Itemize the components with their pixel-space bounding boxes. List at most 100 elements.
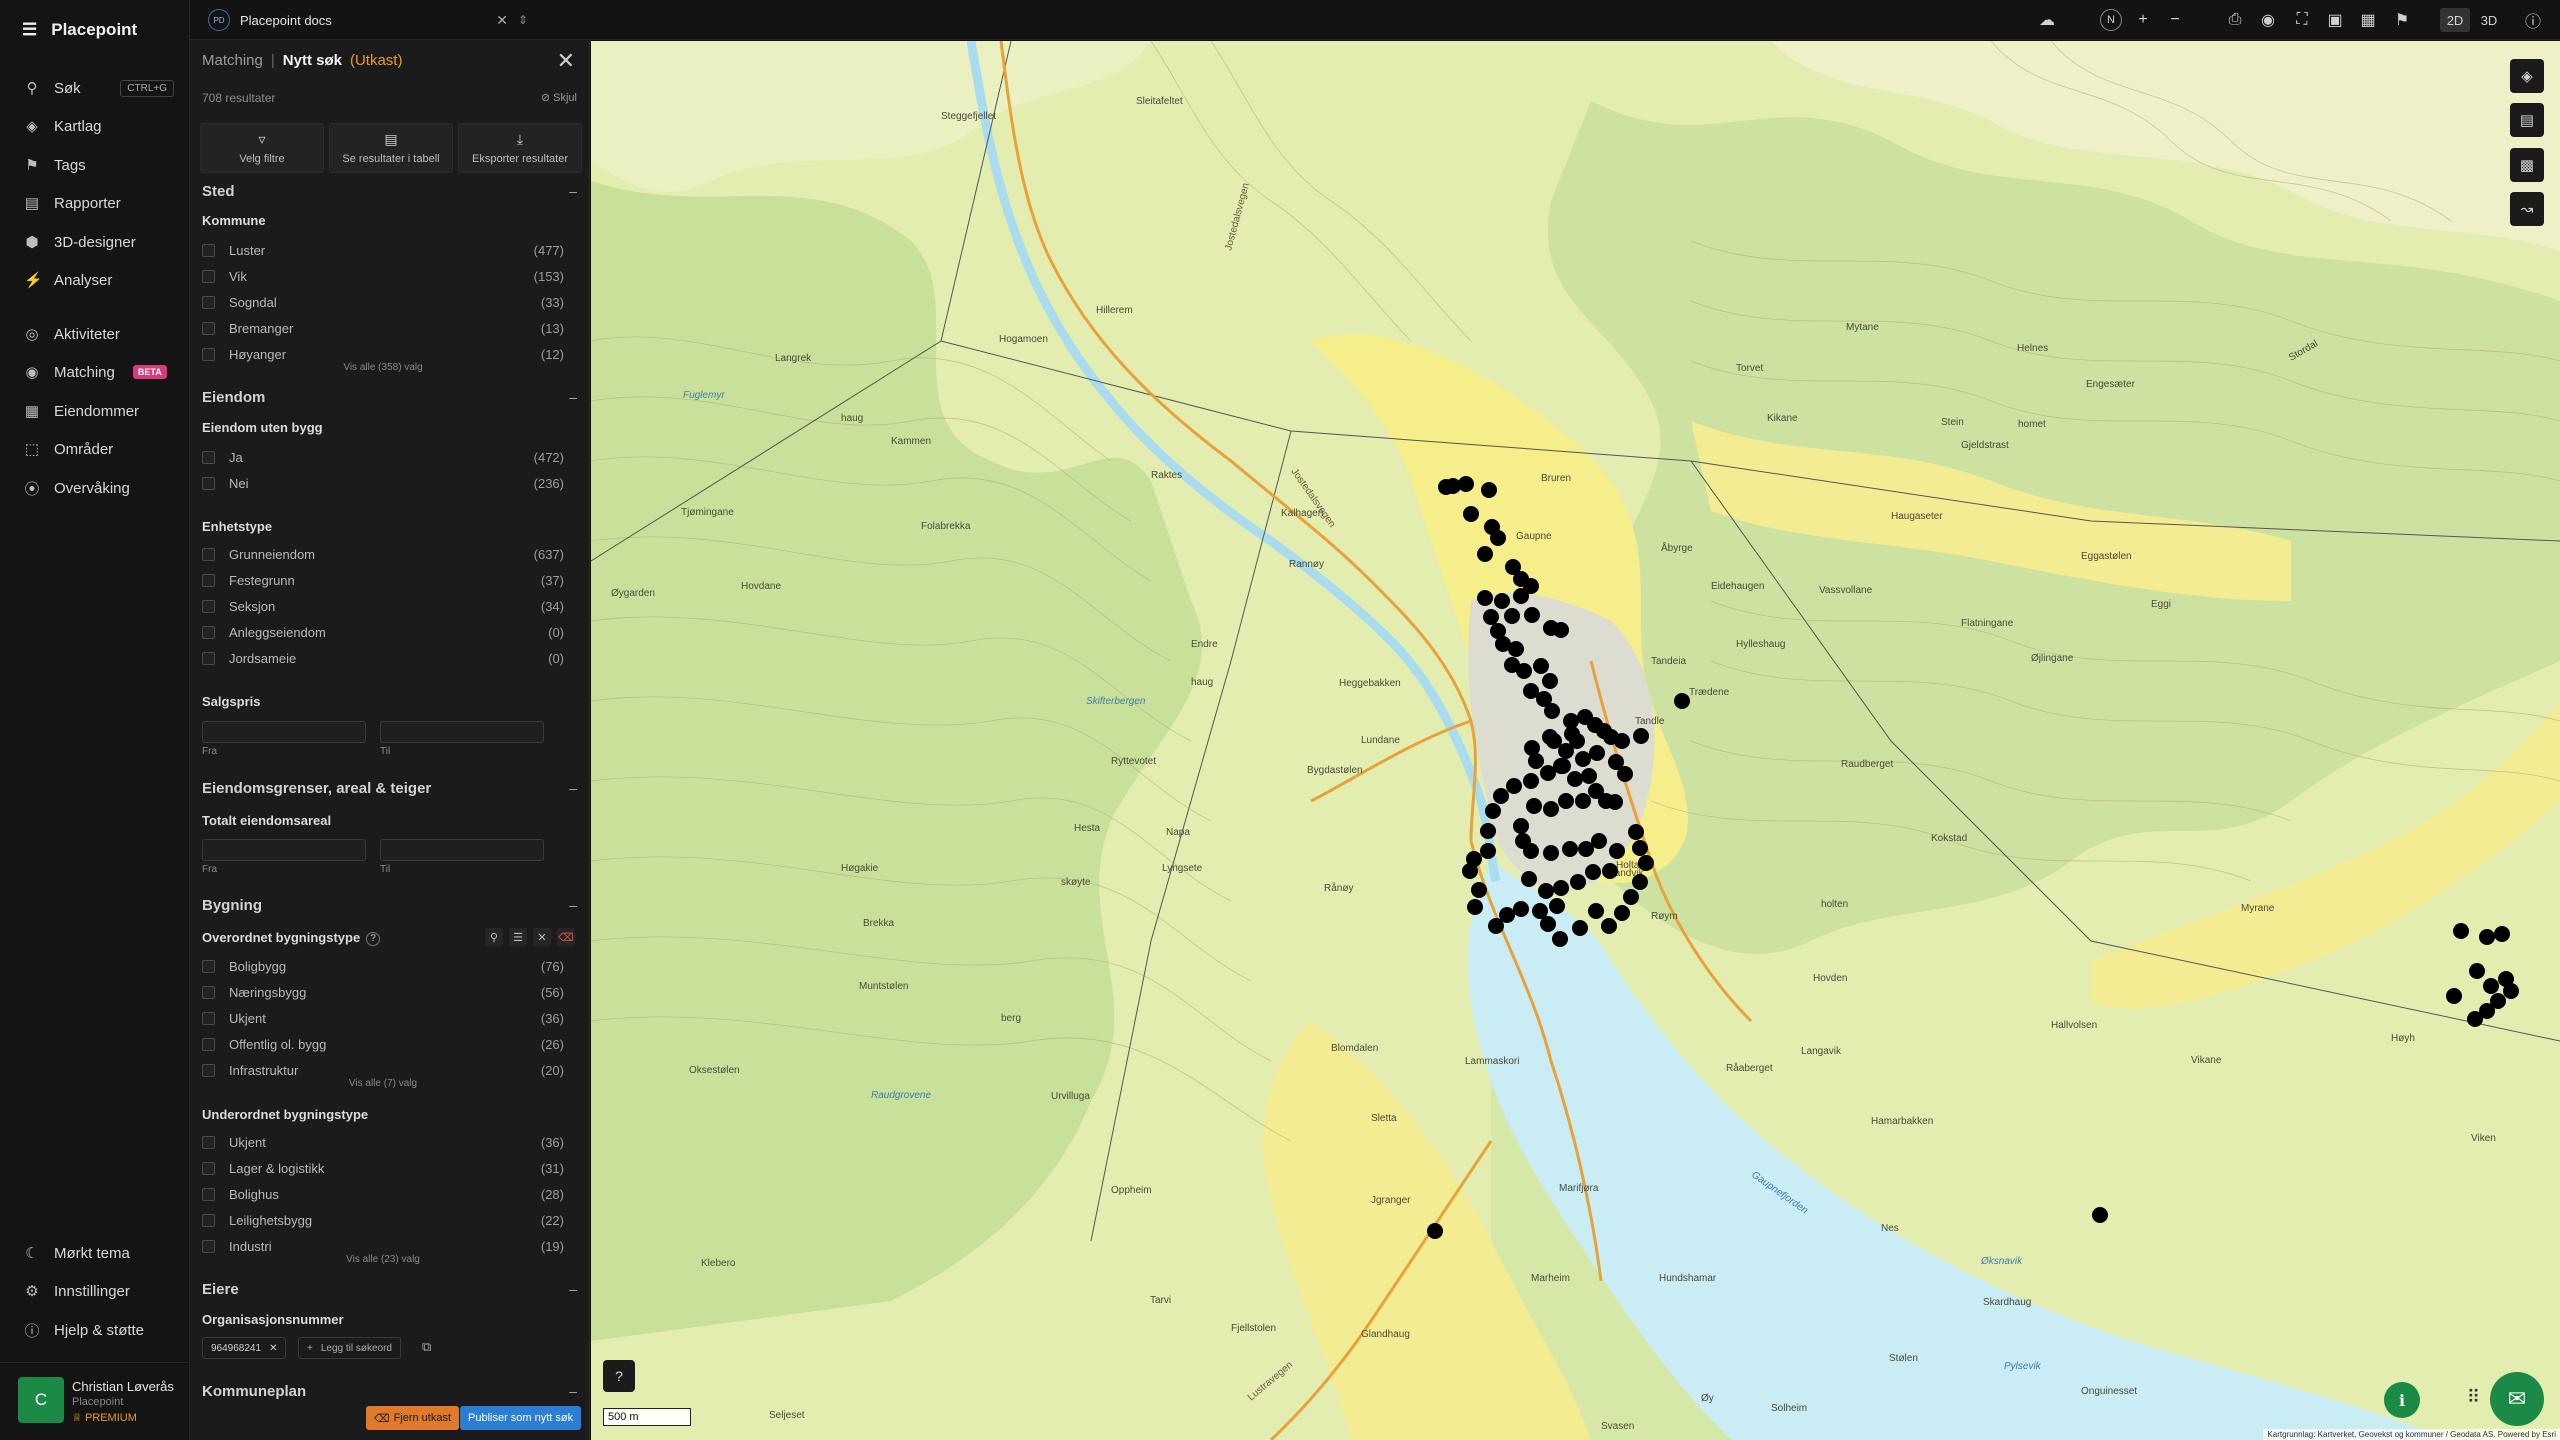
section-eiendom[interactable]: Eiendom bbox=[202, 389, 265, 406]
result-marker[interactable] bbox=[1674, 693, 1690, 709]
result-marker[interactable] bbox=[1632, 874, 1648, 890]
result-marker[interactable] bbox=[1549, 898, 1565, 914]
eye-icon[interactable]: ◉ bbox=[2256, 8, 2280, 32]
publish-button[interactable]: Publiser som nytt søk bbox=[460, 1406, 582, 1430]
result-marker[interactable] bbox=[1488, 918, 1504, 934]
nav-item-analyses[interactable]: ⚡ Analyser bbox=[24, 268, 174, 292]
result-marker[interactable] bbox=[1553, 880, 1569, 896]
clear-icon[interactable]: ✕ bbox=[533, 928, 551, 946]
map-canvas[interactable]: Sleitafeltet Steggefjellet Jostedalsvege… bbox=[591, 41, 2560, 1440]
filter-option[interactable]: Sogndal (33) bbox=[202, 292, 564, 312]
trash-icon[interactable]: ⌫ bbox=[557, 928, 575, 946]
checkbox[interactable] bbox=[202, 959, 215, 973]
result-marker[interactable] bbox=[1458, 476, 1474, 492]
filter-option[interactable]: Offentlig ol. bygg (26) bbox=[202, 1034, 564, 1054]
bookmark-icon[interactable]: ⚑ bbox=[2390, 8, 2414, 32]
checkbox[interactable] bbox=[202, 1135, 215, 1149]
result-marker[interactable] bbox=[1471, 882, 1487, 898]
filter-option[interactable]: Infrastruktur (20) bbox=[202, 1060, 564, 1080]
filter-option[interactable]: Bolighus (28) bbox=[202, 1184, 564, 1204]
collapse-icon[interactable]: – bbox=[569, 183, 577, 199]
filter-option[interactable]: Høyanger (12) bbox=[202, 344, 564, 364]
result-marker[interactable] bbox=[1521, 871, 1537, 887]
collapse-icon[interactable]: – bbox=[569, 389, 577, 405]
result-marker[interactable] bbox=[1638, 855, 1654, 871]
result-marker[interactable] bbox=[1542, 673, 1558, 689]
search-icon[interactable]: ⚲ bbox=[485, 928, 503, 946]
result-marker[interactable] bbox=[1493, 788, 1509, 804]
result-marker[interactable] bbox=[1513, 901, 1529, 917]
result-marker[interactable] bbox=[1567, 771, 1583, 787]
result-marker[interactable] bbox=[1543, 801, 1559, 817]
checkbox[interactable] bbox=[202, 985, 215, 999]
result-marker[interactable] bbox=[1494, 593, 1510, 609]
result-marker[interactable] bbox=[1533, 658, 1549, 674]
checkbox[interactable] bbox=[202, 1239, 215, 1253]
section-bygning[interactable]: Bygning bbox=[202, 897, 262, 914]
section-grenser[interactable]: Eiendomsgrenser, areal & teiger bbox=[202, 780, 431, 797]
checkbox[interactable] bbox=[202, 1011, 215, 1025]
result-marker[interactable] bbox=[1585, 864, 1601, 880]
result-marker[interactable] bbox=[1553, 622, 1569, 638]
filter-option[interactable]: Anleggseiendom (0) bbox=[202, 622, 564, 642]
nav-item-help[interactable]: ⓘ Hjelp & støtte bbox=[24, 1318, 174, 1342]
add-keyword-button[interactable]: + Legg til søkeord bbox=[298, 1337, 401, 1359]
result-marker[interactable] bbox=[1591, 833, 1607, 849]
workspace-selector[interactable]: PD Placepoint docs ✕ ⇕ bbox=[208, 6, 528, 34]
nav-item-properties[interactable]: ▦ Eiendommer bbox=[24, 399, 174, 423]
result-marker[interactable] bbox=[2446, 988, 2462, 1004]
result-marker[interactable] bbox=[1477, 590, 1493, 606]
export-results-button[interactable]: ⤓ Eksporter resultater bbox=[458, 123, 582, 173]
filter-option[interactable]: Jordsameie (0) bbox=[202, 648, 564, 668]
result-marker[interactable] bbox=[2092, 1207, 2108, 1223]
result-marker[interactable] bbox=[1602, 863, 1618, 879]
fullscreen-icon[interactable]: ⛶ bbox=[2290, 8, 2314, 32]
list-icon[interactable]: ☰ bbox=[509, 928, 527, 946]
zoom-out-icon[interactable]: − bbox=[2163, 8, 2187, 32]
filter-option[interactable]: Seksjon (34) bbox=[202, 596, 564, 616]
profile-tool-icon[interactable]: ↝ bbox=[2510, 192, 2544, 226]
result-marker[interactable] bbox=[1538, 883, 1554, 899]
result-marker[interactable] bbox=[1480, 843, 1496, 859]
map-view[interactable]: Sleitafeltet Steggefjellet Jostedalsvege… bbox=[591, 41, 2560, 1440]
nav-item-matching[interactable]: ◉ Matching BETA bbox=[24, 360, 174, 384]
collapse-icon[interactable]: – bbox=[569, 780, 577, 796]
checkbox[interactable] bbox=[202, 243, 215, 257]
result-marker[interactable] bbox=[1623, 889, 1639, 905]
layers-tool-icon[interactable]: ◈ bbox=[2510, 59, 2544, 93]
checkbox[interactable] bbox=[202, 1213, 215, 1227]
filter-option[interactable]: Ukjent (36) bbox=[202, 1132, 564, 1152]
checkbox[interactable] bbox=[202, 1037, 215, 1051]
result-marker[interactable] bbox=[1523, 773, 1539, 789]
map-help-icon[interactable]: ? bbox=[603, 1360, 635, 1392]
collapse-icon[interactable]: – bbox=[569, 1281, 577, 1297]
result-marker[interactable] bbox=[1588, 903, 1604, 919]
nav-item-dark-theme[interactable]: ☾ Mørkt tema bbox=[24, 1241, 174, 1265]
section-sted[interactable]: Sted bbox=[202, 183, 235, 200]
result-marker[interactable] bbox=[1480, 823, 1496, 839]
result-marker[interactable] bbox=[1506, 778, 1522, 794]
checkbox[interactable] bbox=[202, 269, 215, 283]
result-marker[interactable] bbox=[1483, 609, 1499, 625]
result-marker[interactable] bbox=[1572, 920, 1588, 936]
result-marker[interactable] bbox=[2503, 983, 2519, 999]
chart-tool-icon[interactable]: ▩ bbox=[2510, 148, 2544, 182]
result-marker[interactable] bbox=[2494, 926, 2510, 942]
result-marker[interactable] bbox=[1467, 899, 1483, 915]
filter-option[interactable]: Bremanger (13) bbox=[202, 318, 564, 338]
mode-2d-button[interactable]: 2D bbox=[2440, 8, 2470, 32]
checkbox[interactable] bbox=[202, 476, 215, 490]
nav-item-reports[interactable]: ▤ Rapporter bbox=[24, 191, 174, 215]
result-marker[interactable] bbox=[1438, 479, 1454, 495]
checkbox[interactable] bbox=[202, 573, 215, 587]
result-marker[interactable] bbox=[1603, 729, 1619, 745]
info-icon[interactable]: i bbox=[2384, 1382, 2420, 1418]
result-marker[interactable] bbox=[1609, 843, 1625, 859]
show-all-link[interactable]: Vis alle (358) valg bbox=[190, 362, 576, 373]
result-marker[interactable] bbox=[1463, 506, 1479, 522]
filter-option[interactable]: Festegrunn (37) bbox=[202, 570, 564, 590]
user-profile[interactable]: C Christian Løverås Placepoint ♕ PREMIUM bbox=[0, 1362, 190, 1440]
filter-option[interactable]: Grunneiendom (637) bbox=[202, 544, 564, 564]
measure-tool-icon[interactable]: ▤ bbox=[2510, 103, 2544, 137]
remove-draft-button[interactable]: ⌫ Fjern utkast bbox=[366, 1406, 460, 1430]
